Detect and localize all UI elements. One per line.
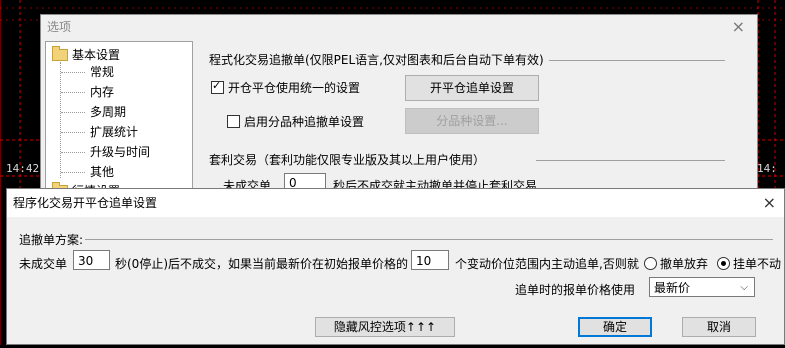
folder-open-icon bbox=[52, 46, 68, 61]
price-type-select[interactable]: 最新价 ⌵ bbox=[649, 277, 755, 297]
unified-setting-checkbox[interactable]: 开仓平仓使用统一的设置 bbox=[211, 79, 360, 96]
checkbox-unchecked-icon bbox=[227, 115, 240, 128]
radio-selected-icon bbox=[717, 257, 730, 270]
tree-item-extended-stats[interactable]: 扩展统计 bbox=[90, 122, 138, 142]
close-icon[interactable]: × bbox=[732, 15, 745, 39]
radio-icon bbox=[644, 257, 657, 270]
options-title: 选项 bbox=[47, 20, 72, 34]
time-tag: 14:42 bbox=[6, 162, 40, 175]
tree-item-memory[interactable]: 内存 bbox=[90, 82, 114, 102]
options-dialog: 选项 × 基本设置 常规 内存 多周期 扩展统计 升级与时间 其他 行情设置 程… bbox=[40, 14, 758, 207]
close-icon[interactable]: × bbox=[763, 189, 776, 217]
seconds-input[interactable]: 30 bbox=[73, 250, 110, 270]
order-section-header: 程式化交易追撤单(仅限PEL语言,仅对图表和后台自动下单有效) bbox=[209, 53, 544, 67]
settings-tree[interactable]: 基本设置 常规 内存 多周期 扩展统计 升级与时间 其他 行情设置 bbox=[45, 41, 193, 207]
tree-connector bbox=[60, 62, 62, 178]
checkbox-checked-icon bbox=[211, 79, 224, 94]
price-label: 追单时的报单价格使用 bbox=[515, 283, 636, 297]
tree-item-other[interactable]: 其他 bbox=[90, 162, 114, 182]
order-chase-titlebar: 程序化交易开平仓追单设置 × bbox=[7, 189, 784, 217]
per-variety-checkbox[interactable]: 启用分品种追撤单设置 bbox=[227, 113, 364, 130]
radio-hang-order[interactable]: 挂单不动 bbox=[717, 255, 781, 272]
divider bbox=[536, 160, 725, 161]
dialog-title: 程序化交易开平仓追单设置 bbox=[13, 196, 158, 210]
ok-button[interactable]: 确定 bbox=[578, 317, 652, 337]
options-titlebar: 选项 × bbox=[41, 15, 757, 39]
tree-item-upgrade-time[interactable]: 升级与时间 bbox=[90, 142, 150, 162]
plan-label: 追撤单方案: bbox=[19, 233, 84, 247]
arbitrage-section-header: 套利交易（套利功能仅限专业版及其以上用户使用） bbox=[209, 153, 486, 167]
condition-suffix: 个变动价位范围内主动追单,否则就 bbox=[455, 257, 639, 271]
radio-cancel-order[interactable]: 撤单放弃 bbox=[644, 255, 708, 272]
unfilled-label: 未成交单 bbox=[19, 257, 68, 271]
divider bbox=[549, 60, 725, 61]
order-chase-dialog: 程序化交易开平仓追单设置 × 追撤单方案: 未成交单 30 秒(0停止)后不成交… bbox=[6, 188, 785, 345]
chevron-down-icon: ⌵ bbox=[740, 282, 748, 293]
per-variety-settings-button[interactable]: 分品种设置... bbox=[405, 108, 539, 134]
tree-item-multi-period[interactable]: 多周期 bbox=[90, 102, 126, 122]
hide-risk-options-button[interactable]: 隐藏风控选项↑↑↑ bbox=[315, 317, 455, 337]
open-close-order-settings-button[interactable]: 开平仓追单设置 bbox=[405, 75, 539, 101]
time-tag: 14: bbox=[757, 162, 777, 175]
ticks-input[interactable]: 10 bbox=[411, 250, 449, 270]
cancel-button[interactable]: 取消 bbox=[682, 317, 756, 337]
condition-text: 秒(0停止)后不成交，如果当前最新价在初始报单价格的 bbox=[115, 257, 409, 271]
tree-root-basic[interactable]: 基本设置 bbox=[52, 46, 120, 62]
tree-item-general[interactable]: 常规 bbox=[90, 62, 114, 82]
divider bbox=[85, 239, 773, 240]
